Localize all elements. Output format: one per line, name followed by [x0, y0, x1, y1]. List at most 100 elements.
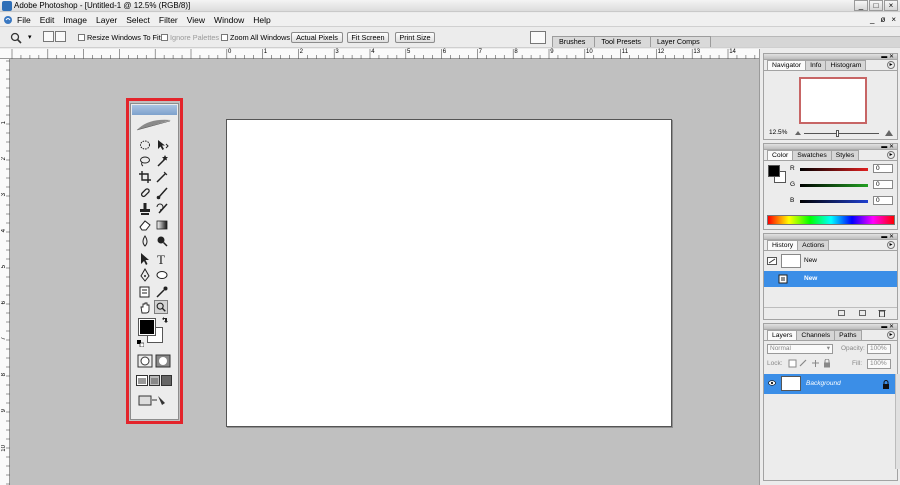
- trash-icon[interactable]: [878, 309, 886, 317]
- brush-tool-icon[interactable]: [155, 186, 169, 200]
- color-foreground-swatch[interactable]: [768, 165, 780, 177]
- blue-slider[interactable]: [800, 200, 868, 203]
- menu-select[interactable]: Select: [126, 15, 150, 25]
- layers-scrollbar[interactable]: [895, 374, 900, 469]
- well-tab-tool-presets[interactable]: Tool Presets: [594, 36, 652, 47]
- jump-to-imageready-icon[interactable]: [138, 393, 168, 407]
- history-brush-tool-icon[interactable]: [155, 202, 169, 216]
- menu-image[interactable]: Image: [63, 15, 87, 25]
- toolbox-title-bar[interactable]: [132, 105, 177, 115]
- menu-edit[interactable]: Edit: [40, 15, 55, 25]
- type-tool-icon[interactable]: T: [155, 252, 169, 266]
- menu-window[interactable]: Window: [214, 15, 244, 25]
- shape-tool-icon[interactable]: [155, 268, 169, 282]
- tab-layers[interactable]: Layers: [767, 330, 798, 340]
- blue-value-field[interactable]: 0: [873, 196, 893, 205]
- tab-styles[interactable]: Styles: [830, 150, 860, 160]
- panel-menu-icon[interactable]: ▸: [887, 331, 895, 339]
- new-document-from-state-icon[interactable]: [838, 310, 845, 316]
- ignore-palettes-checkbox[interactable]: Ignore Palettes: [161, 33, 219, 42]
- gradient-tool-icon[interactable]: [155, 218, 169, 232]
- healing-brush-tool-icon[interactable]: [138, 186, 152, 200]
- actual-pixels-button[interactable]: Actual Pixels: [291, 32, 343, 43]
- blend-mode-select[interactable]: Normal ▾: [767, 344, 833, 354]
- tab-swatches[interactable]: Swatches: [792, 150, 832, 160]
- menu-file[interactable]: File: [17, 15, 31, 25]
- opacity-field[interactable]: 100%: [867, 344, 891, 354]
- doc-minimize-button[interactable]: _: [870, 15, 874, 24]
- well-tab-layer-comps[interactable]: Layer Comps: [649, 36, 711, 47]
- collapse-icon[interactable]: ▬ ✕: [881, 53, 894, 60]
- navigator-preview[interactable]: [799, 77, 867, 124]
- crop-tool-icon[interactable]: [138, 170, 152, 184]
- tab-histogram[interactable]: Histogram: [825, 60, 867, 70]
- tool-preset-caret-icon[interactable]: ▾: [28, 33, 32, 41]
- slice-tool-icon[interactable]: [155, 170, 169, 184]
- new-snapshot-icon[interactable]: [859, 310, 866, 316]
- notes-tool-icon[interactable]: [138, 285, 152, 299]
- maximize-button[interactable]: □: [869, 0, 883, 11]
- collapse-icon[interactable]: ▬ ✕: [881, 233, 894, 240]
- tab-paths[interactable]: Paths: [834, 330, 862, 340]
- minimize-button[interactable]: _: [854, 0, 868, 11]
- color-spectrum-ramp[interactable]: [767, 215, 895, 225]
- tab-info[interactable]: Info: [805, 60, 827, 70]
- history-state-row[interactable]: New: [764, 271, 897, 287]
- zoom-tool-icon[interactable]: [154, 300, 168, 314]
- tab-navigator[interactable]: Navigator: [767, 60, 807, 70]
- resize-windows-checkbox[interactable]: Resize Windows To Fit: [78, 33, 161, 42]
- well-tab-brushes[interactable]: Brushes: [552, 36, 597, 47]
- menu-filter[interactable]: Filter: [159, 15, 178, 25]
- fit-screen-button[interactable]: Fit Screen: [347, 32, 389, 43]
- full-screen-menu-mode-icon[interactable]: [149, 375, 160, 386]
- hand-tool-icon[interactable]: [138, 301, 152, 315]
- zoom-slider-knob[interactable]: [836, 130, 839, 137]
- menu-help[interactable]: Help: [253, 15, 270, 25]
- lasso-tool-icon[interactable]: [138, 154, 152, 168]
- zoom-in-small-icon[interactable]: [884, 128, 894, 138]
- eyedropper-tool-icon[interactable]: [155, 285, 169, 299]
- default-colors-icon[interactable]: [137, 340, 144, 347]
- quick-mask-mode-icon[interactable]: [155, 354, 171, 368]
- magic-wand-tool-icon[interactable]: [155, 154, 169, 168]
- doc-close-button[interactable]: ×: [891, 15, 896, 24]
- history-brush-source-icon[interactable]: [767, 257, 777, 265]
- swap-colors-icon[interactable]: [161, 316, 169, 324]
- marquee-tool-icon[interactable]: [138, 138, 152, 152]
- tab-history[interactable]: History: [767, 240, 799, 250]
- red-slider[interactable]: [800, 168, 868, 171]
- panel-menu-icon[interactable]: ▸: [887, 151, 895, 159]
- standard-screen-mode-icon[interactable]: [136, 375, 148, 386]
- lock-options-icons[interactable]: [788, 359, 848, 368]
- foreground-color-swatch[interactable]: [138, 318, 156, 336]
- zoom-all-windows-checkbox[interactable]: Zoom All Windows: [221, 33, 290, 42]
- feather-logo-icon[interactable]: [134, 116, 174, 132]
- zoom-slider-track[interactable]: [804, 133, 879, 134]
- collapse-icon[interactable]: ▬ ✕: [881, 323, 894, 330]
- green-value-field[interactable]: 0: [873, 180, 893, 189]
- doc-restore-button[interactable]: ø: [880, 15, 885, 24]
- menu-layer[interactable]: Layer: [96, 15, 117, 25]
- zoom-tool-icon[interactable]: [10, 32, 22, 44]
- green-slider[interactable]: [800, 184, 868, 187]
- history-snapshot-row[interactable]: New: [764, 253, 897, 269]
- move-tool-icon[interactable]: [155, 138, 169, 152]
- tab-color[interactable]: Color: [767, 150, 794, 160]
- zoom-out-small-icon[interactable]: [794, 129, 802, 137]
- panel-menu-icon[interactable]: ▸: [887, 241, 895, 249]
- zoom-out-icon[interactable]: [55, 31, 66, 42]
- path-selection-tool-icon[interactable]: [138, 252, 152, 266]
- menu-view[interactable]: View: [187, 15, 205, 25]
- fill-field[interactable]: 100%: [867, 359, 891, 369]
- eraser-tool-icon[interactable]: [138, 218, 152, 232]
- standard-mode-icon[interactable]: [137, 354, 153, 368]
- full-screen-mode-icon[interactable]: [161, 375, 172, 386]
- red-value-field[interactable]: 0: [873, 164, 893, 173]
- close-button[interactable]: ×: [884, 0, 898, 11]
- zoom-in-icon[interactable]: [43, 31, 54, 42]
- tab-channels[interactable]: Channels: [796, 330, 836, 340]
- pen-tool-icon[interactable]: [138, 268, 152, 282]
- print-size-button[interactable]: Print Size: [395, 32, 435, 43]
- eye-visibility-icon[interactable]: [768, 380, 776, 386]
- palette-well-icon[interactable]: [530, 31, 546, 44]
